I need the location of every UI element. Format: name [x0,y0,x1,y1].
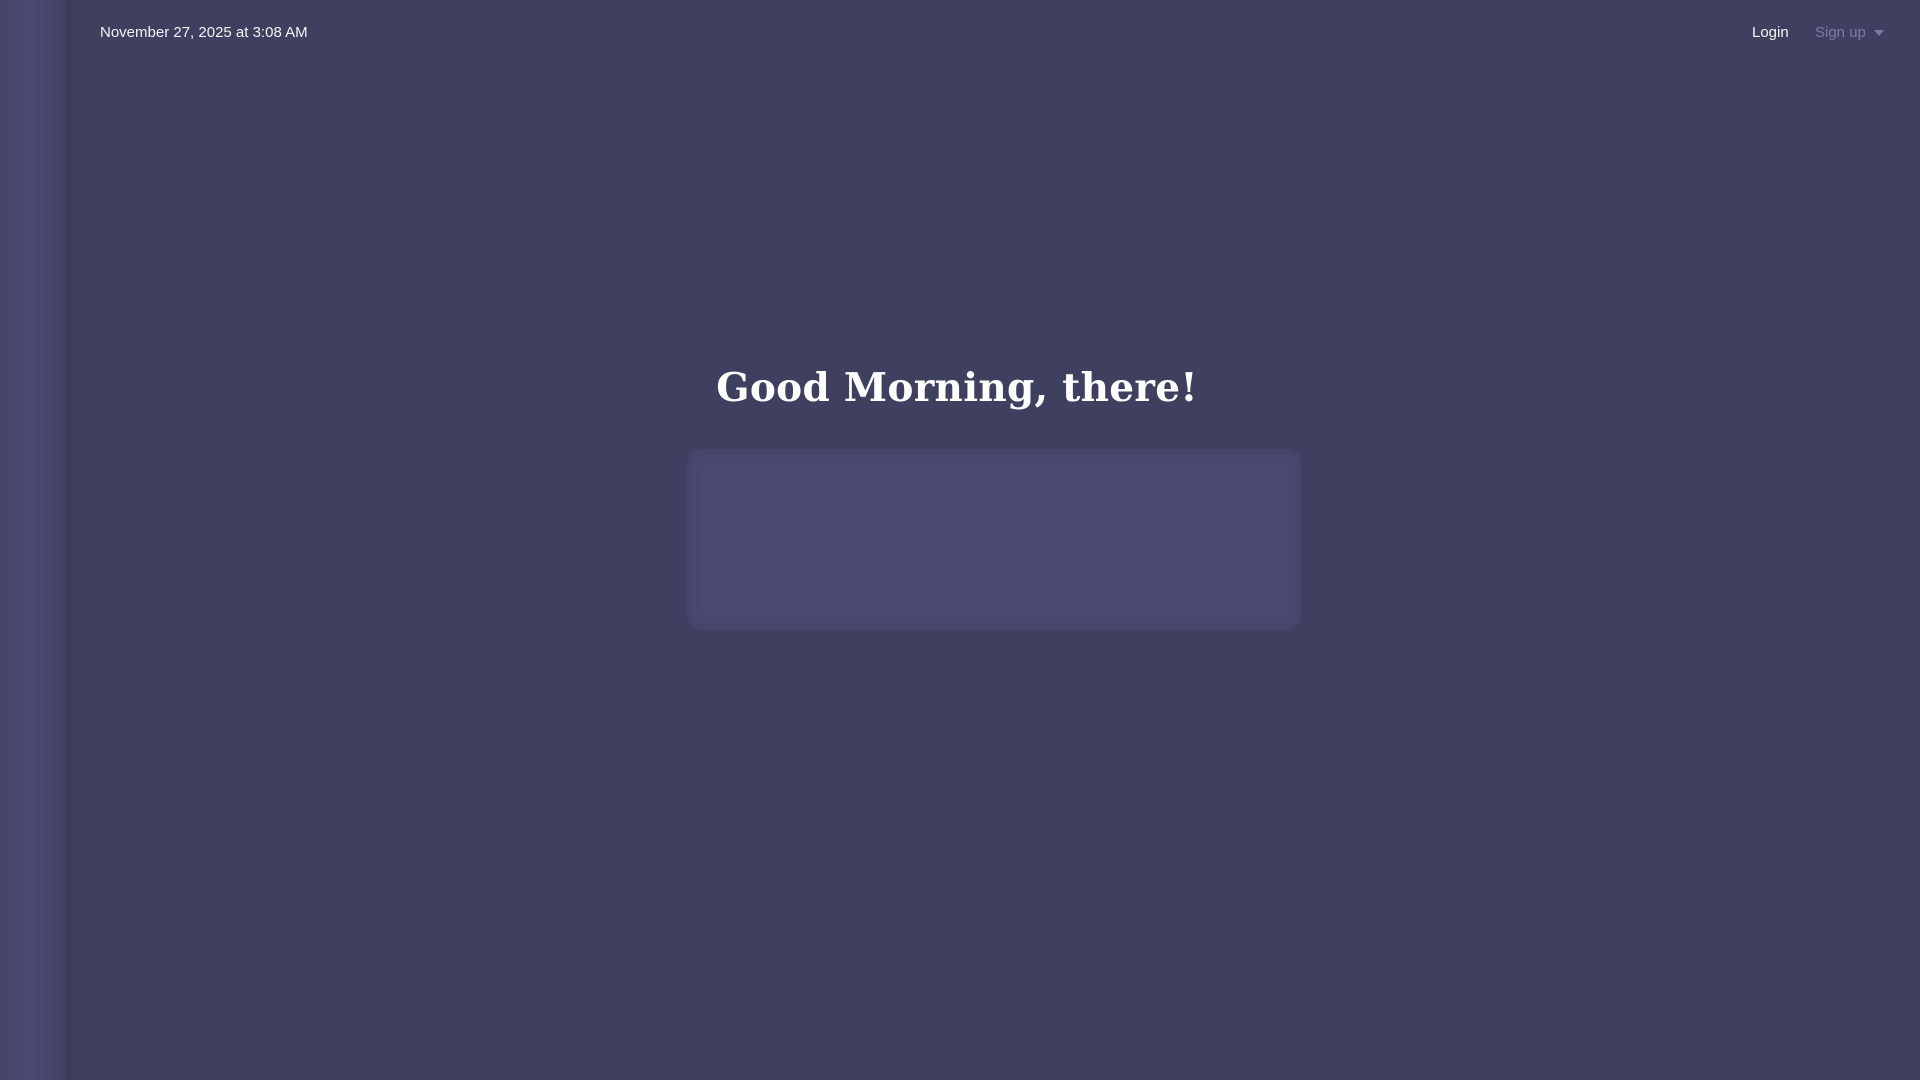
greeting-heading: Good Morning, there! [716,365,1198,411]
signup-label: Sign up [1815,24,1866,41]
content-card [687,449,1301,630]
signup-dropdown[interactable]: Sign up [1815,24,1884,41]
sidebar [0,0,66,1080]
page: November 27, 2025 at 3:08 AM Login Sign … [0,0,1920,1080]
chevron-down-icon [1873,29,1884,36]
login-link[interactable]: Login [1752,24,1789,41]
current-datetime: November 27, 2025 at 3:08 AM [100,24,308,41]
top-bar: November 27, 2025 at 3:08 AM Login Sign … [0,0,1920,66]
